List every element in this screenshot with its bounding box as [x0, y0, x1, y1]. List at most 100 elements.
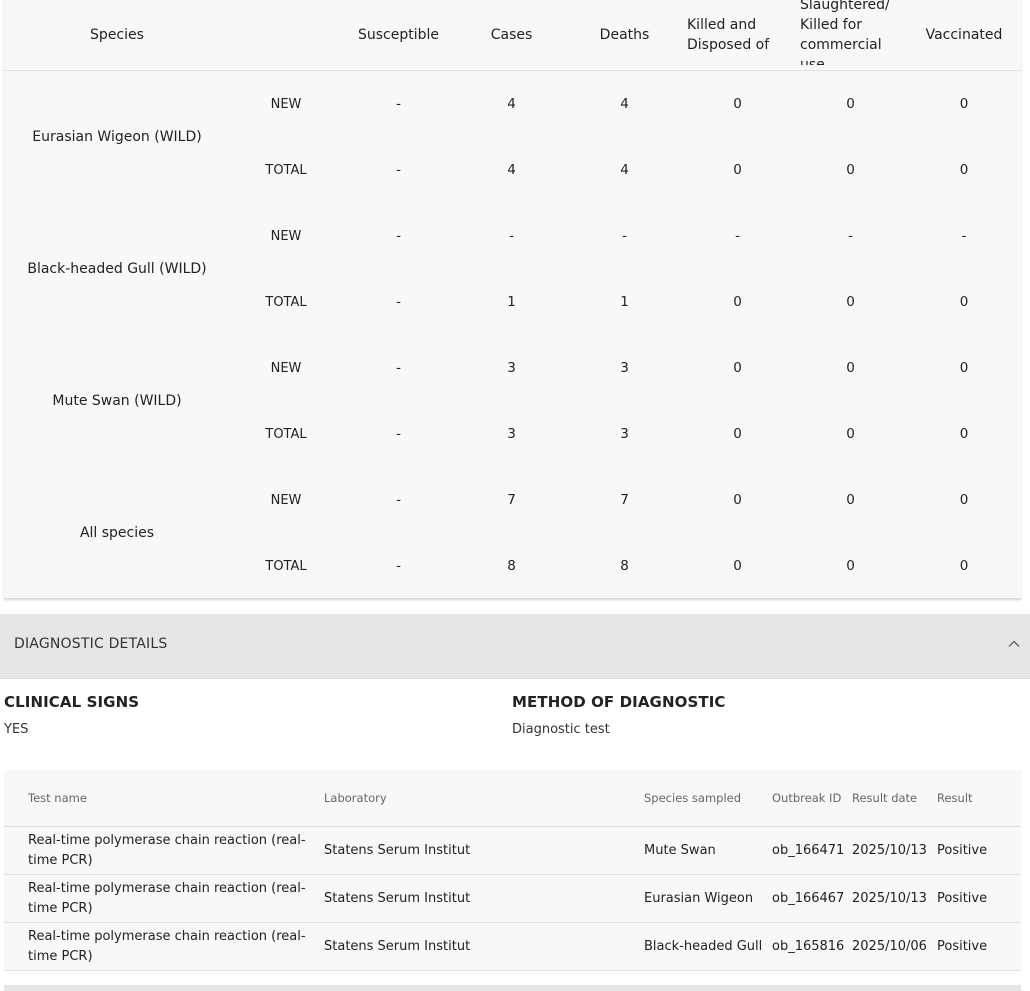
vaccinated-cell: 0	[959, 96, 969, 112]
header-deaths[interactable]: Deaths	[568, 0, 681, 71]
species-table-row: All species NEW - 7 7 0 0 0	[4, 467, 1021, 541]
deaths-cell: -	[622, 228, 627, 244]
cases-cell: -	[509, 228, 514, 244]
header-vaccinated[interactable]: Vaccinated	[907, 0, 1021, 71]
header-laboratory[interactable]: Laboratory	[324, 770, 644, 827]
vaccinated-cell: 0	[959, 360, 969, 376]
result-date-cell: 2025/10/13	[852, 874, 937, 923]
species-name-cell: Black-headed Gull (WILD)	[27, 261, 207, 277]
killed-disposed-cell: 0	[733, 96, 742, 112]
laboratory-cell: Statens Serum Institut	[324, 874, 644, 923]
period-cell: NEW	[270, 228, 302, 244]
outbreak-id-cell: ob_166471	[772, 826, 852, 875]
header-result-date[interactable]: Result date	[852, 770, 937, 827]
susceptible-cell: -	[396, 96, 401, 112]
laboratory-cell: Statens Serum Institut	[324, 826, 644, 875]
species-counts-table-card: Species Susceptible Cases Deaths Killed …	[4, 0, 1021, 599]
susceptible-cell: -	[396, 492, 401, 508]
species-table-row: Black-headed Gull (WILD) NEW - - - - - -	[4, 203, 1021, 277]
header-period-spacer	[230, 0, 342, 71]
header-result[interactable]: Result	[937, 770, 1021, 827]
killed-disposed-cell: -	[735, 228, 740, 244]
vaccinated-cell: -	[961, 228, 967, 244]
test-row[interactable]: Real-time polymerase chain reaction (rea…	[4, 874, 1021, 923]
killed-disposed-cell: 0	[733, 558, 742, 574]
killed-disposed-cell: 0	[733, 360, 742, 376]
slaughtered-cell: 0	[846, 96, 855, 112]
test-name-cell: Real-time polymerase chain reaction (rea…	[4, 874, 324, 923]
susceptible-cell: -	[396, 360, 401, 376]
header-species-sampled[interactable]: Species sampled	[644, 770, 772, 827]
deaths-cell: 3	[620, 360, 629, 376]
species-table-row: Eurasian Wigeon (WILD) NEW - 4 4 0 0 0	[4, 71, 1021, 145]
killed-disposed-cell: 0	[733, 492, 742, 508]
tests-table-header-row: Test name Laboratory Species sampled Out…	[4, 770, 1021, 827]
cases-cell: 4	[507, 162, 516, 178]
killed-disposed-cell: 0	[733, 426, 742, 442]
outbreak-id-cell: ob_165816	[772, 922, 852, 971]
species-name-cell: Eurasian Wigeon (WILD)	[32, 129, 202, 145]
tests-table-body: Real-time polymerase chain reaction (rea…	[4, 826, 1021, 971]
result-date-cell: 2025/10/13	[852, 826, 937, 875]
species-table-header-row: Species Susceptible Cases Deaths Killed …	[4, 0, 1021, 71]
result-cell: Positive	[937, 874, 1021, 923]
header-test-name[interactable]: Test name	[4, 770, 324, 827]
susceptible-cell: -	[396, 228, 401, 244]
cases-cell: 7	[507, 492, 516, 508]
diagnostic-tests-table-card: Test name Laboratory Species sampled Out…	[4, 770, 1021, 971]
diagnostic-tests-table: Test name Laboratory Species sampled Out…	[4, 770, 1021, 971]
period-cell: TOTAL	[265, 426, 307, 442]
header-slaughtered[interactable]: Slaughtered/ Killed for commercial use	[794, 0, 907, 71]
slaughtered-cell: 0	[846, 492, 855, 508]
header-outbreak-id[interactable]: Outbreak ID	[772, 770, 852, 827]
susceptible-cell: -	[396, 294, 401, 310]
header-cases[interactable]: Cases	[455, 0, 568, 71]
slaughtered-cell: 0	[846, 294, 855, 310]
vaccinated-cell: 0	[959, 162, 969, 178]
test-row[interactable]: Real-time polymerase chain reaction (rea…	[4, 922, 1021, 971]
slaughtered-cell: 0	[846, 558, 855, 574]
period-cell: TOTAL	[265, 294, 307, 310]
species-sampled-cell: Eurasian Wigeon	[644, 874, 772, 923]
test-row[interactable]: Real-time polymerase chain reaction (rea…	[4, 826, 1021, 875]
deaths-cell: 7	[620, 492, 629, 508]
period-cell: NEW	[270, 360, 302, 376]
header-species[interactable]: Species	[4, 0, 230, 71]
species-sampled-cell: Black-headed Gull	[644, 922, 772, 971]
cases-cell: 4	[507, 96, 516, 112]
header-susceptible[interactable]: Susceptible	[342, 0, 455, 71]
susceptible-cell: -	[396, 558, 401, 574]
period-cell: TOTAL	[265, 162, 307, 178]
next-section-header-edge	[4, 985, 1021, 991]
vaccinated-cell: 0	[959, 426, 969, 442]
result-cell: Positive	[937, 922, 1021, 971]
killed-disposed-cell: 0	[733, 294, 742, 310]
deaths-cell: 4	[620, 162, 629, 178]
vaccinated-cell: 0	[959, 492, 969, 508]
diagnostic-details-header[interactable]: DIAGNOSTIC DETAILS	[0, 614, 1030, 679]
header-slaughtered-label: Slaughtered/ Killed for commercial use	[800, 0, 890, 65]
deaths-cell: 3	[620, 426, 629, 442]
result-cell: Positive	[937, 826, 1021, 875]
species-table-row: Mute Swan (WILD) NEW - 3 3 0 0 0	[4, 335, 1021, 409]
deaths-cell: 4	[620, 96, 629, 112]
header-killed-disposed[interactable]: Killed and Disposed of	[681, 0, 794, 71]
cases-cell: 3	[507, 360, 516, 376]
chevron-up-icon[interactable]	[1006, 636, 1022, 652]
period-cell: TOTAL	[265, 558, 307, 574]
species-name-cell: Mute Swan (WILD)	[52, 393, 182, 409]
slaughtered-cell: 0	[846, 426, 855, 442]
period-cell: NEW	[270, 96, 302, 112]
slaughtered-cell: 0	[846, 360, 855, 376]
slaughtered-cell: 0	[846, 162, 855, 178]
susceptible-cell: -	[396, 162, 401, 178]
header-killed-disposed-label: Killed and Disposed of	[687, 17, 770, 53]
slaughtered-cell: -	[848, 228, 853, 244]
species-sampled-cell: Mute Swan	[644, 826, 772, 875]
test-name-cell: Real-time polymerase chain reaction (rea…	[4, 922, 324, 971]
test-name-cell: Real-time polymerase chain reaction (rea…	[4, 826, 324, 875]
susceptible-cell: -	[396, 426, 401, 442]
cases-cell: 1	[507, 294, 516, 310]
deaths-cell: 1	[620, 294, 629, 310]
cases-cell: 3	[507, 426, 516, 442]
